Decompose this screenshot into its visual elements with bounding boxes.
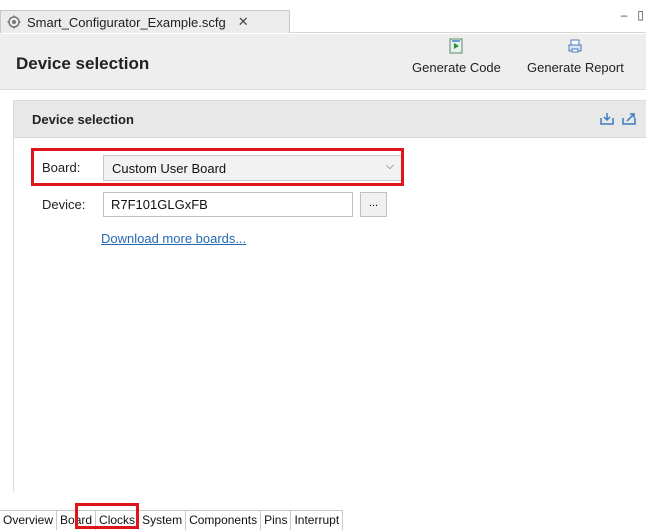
tab-board[interactable]: Board — [57, 511, 97, 530]
page-title: Device selection — [16, 54, 150, 73]
section-header: Device selection — [14, 101, 646, 138]
generate-code-button[interactable]: Generate Code — [412, 38, 501, 75]
maximize-icon[interactable]: ▯ — [637, 8, 644, 22]
section-title: Device selection — [32, 112, 134, 127]
tab-components[interactable]: Components — [186, 511, 262, 530]
device-selection-panel: Device selection Board: Custom User Boar… — [13, 100, 646, 492]
editor-tab-strip: Smart_Configurator_Example.scfg ✕ – ▯ — [0, 0, 646, 33]
generate-report-label: Generate Report — [527, 60, 624, 75]
device-label: Device: — [42, 197, 86, 212]
tab-pins[interactable]: Pins — [261, 511, 292, 530]
tab-system[interactable]: System — [139, 511, 187, 530]
bottom-tab-bar: Overview Board Clocks System Components … — [0, 510, 344, 530]
page-header: Device selection Generate Code Generate … — [0, 34, 646, 90]
window-controls: – ▯ — [621, 8, 644, 22]
device-field-value: R7F101GLGxFB — [111, 197, 208, 212]
minimize-icon[interactable]: – — [621, 8, 628, 22]
generate-code-label: Generate Code — [412, 60, 501, 75]
board-select-value: Custom User Board — [112, 161, 227, 176]
tab-clocks[interactable]: Clocks — [96, 511, 140, 530]
board-label: Board: — [42, 160, 81, 175]
printer-icon — [568, 39, 582, 53]
tab-overview[interactable]: Overview — [0, 511, 58, 530]
chevron-down-icon: ⌵ — [385, 160, 394, 172]
section-toolbar — [599, 112, 637, 126]
device-field[interactable]: R7F101GLGxFB — [103, 192, 353, 217]
import-icon[interactable] — [599, 112, 615, 126]
board-select[interactable]: Custom User Board ⌵ — [103, 155, 403, 181]
config-file-icon — [7, 15, 21, 29]
browse-device-button[interactable]: ... — [360, 192, 387, 217]
generate-code-icon — [449, 38, 463, 54]
export-icon[interactable] — [621, 112, 637, 126]
generate-report-button[interactable]: Generate Report — [527, 38, 624, 75]
editor-tab[interactable]: Smart_Configurator_Example.scfg ✕ — [0, 10, 290, 33]
close-icon[interactable]: ✕ — [238, 14, 249, 30]
download-boards-link[interactable]: Download more boards... — [101, 231, 246, 246]
editor-tab-title: Smart_Configurator_Example.scfg — [27, 14, 226, 30]
tab-interrupt[interactable]: Interrupt — [291, 511, 344, 530]
